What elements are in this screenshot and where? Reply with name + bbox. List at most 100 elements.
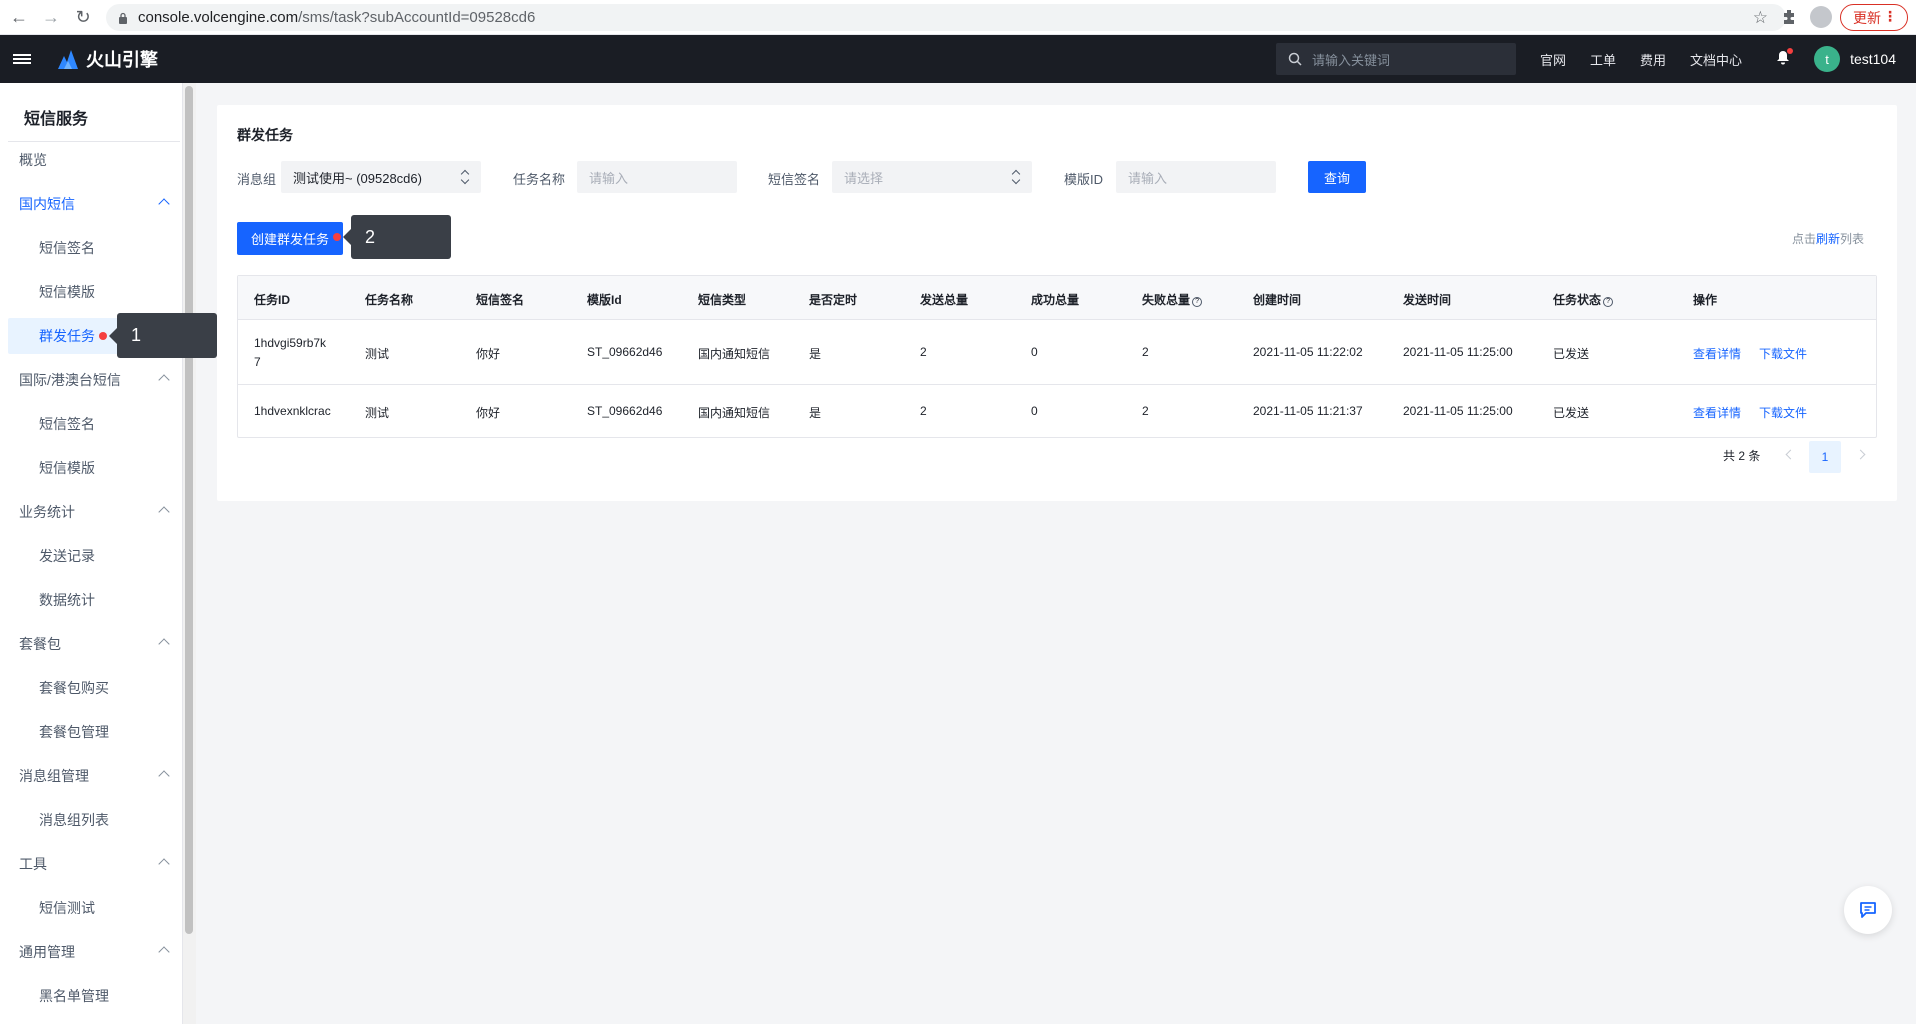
- sidebar-item-package-purchase[interactable]: 套餐包购买: [8, 670, 180, 706]
- chevron-up-icon: [158, 638, 170, 650]
- table-row: 1hdvexnklcrac 测试 你好 ST_09662d46 国内通知短信 是…: [238, 385, 1876, 437]
- view-detail-link[interactable]: 查看详情: [1693, 345, 1741, 362]
- cell-sent-time: 2021-11-05 11:25:00: [1403, 345, 1513, 359]
- sidebar-group-domestic-sms[interactable]: 国内短信: [8, 186, 180, 222]
- address-bar[interactable]: console.volcengine.com/sms/task?subAccou…: [106, 4, 1786, 31]
- cell-template-id: ST_09662d46: [587, 404, 663, 418]
- forward-arrow-icon[interactable]: →: [38, 4, 64, 30]
- refresh-hint: 点击刷新列表: [1792, 232, 1865, 246]
- cell-total-sent: 2: [920, 345, 927, 359]
- browser-update-button[interactable]: 更新 ⋮: [1840, 4, 1908, 31]
- help-circle-icon[interactable]: ?: [1603, 297, 1614, 307]
- message-group-select[interactable]: 测试使用~ (09528cd6): [281, 161, 481, 193]
- download-file-link[interactable]: 下载文件: [1759, 404, 1807, 421]
- sidebar-group-international-sms[interactable]: 国际/港澳台短信: [8, 362, 180, 398]
- signature-select[interactable]: 请选择: [832, 161, 1032, 193]
- cell-sms-type: 国内通知短信: [698, 347, 771, 361]
- url-text: console.volcengine.com/sms/task?subAccou…: [138, 9, 536, 26]
- sidebar-item-data-stats[interactable]: 数据统计: [8, 582, 180, 618]
- chevron-up-icon: [158, 506, 170, 518]
- col-task-name: 任务名称: [365, 293, 414, 307]
- username[interactable]: test104: [1850, 51, 1896, 67]
- sidebar-group-statistics[interactable]: 业务统计: [8, 494, 180, 530]
- cell-sent-time: 2021-11-05 11:25:00: [1403, 404, 1513, 418]
- chevron-up-icon: [158, 946, 170, 958]
- cell-scheduled: 是: [809, 347, 822, 361]
- select-arrows-icon: [1012, 169, 1020, 185]
- notification-bell-icon[interactable]: [1776, 48, 1794, 68]
- sidebar-group-general-management[interactable]: 通用管理: [8, 934, 180, 970]
- sidebar-item-message-group-list[interactable]: 消息组列表: [8, 802, 180, 838]
- sidebar-item-intl-signature[interactable]: 短信签名: [8, 406, 180, 442]
- view-detail-link[interactable]: 查看详情: [1693, 404, 1741, 421]
- chat-message-icon: [1860, 902, 1876, 918]
- pagination-prev-icon[interactable]: [1785, 449, 1796, 460]
- sidebar-item-send-records[interactable]: 发送记录: [8, 538, 180, 574]
- cell-task-name: 测试: [365, 406, 390, 420]
- nav-link-official-site[interactable]: 官网: [1540, 50, 1566, 69]
- sidebar-group-message-group[interactable]: 消息组管理: [8, 758, 180, 794]
- chevron-up-icon: [158, 374, 170, 386]
- volcano-logo-icon: [58, 50, 78, 69]
- browser-toolbar: ← → ↻ console.volcengine.com/sms/task?su…: [0, 0, 1916, 35]
- col-actions: 操作: [1693, 293, 1718, 307]
- annotation-tooltip-1: 1: [109, 313, 217, 358]
- cell-task-status: 已发送: [1553, 406, 1590, 420]
- cell-sms-type: 国内通知短信: [698, 406, 771, 420]
- sidebar-scrollbar-thumb[interactable]: [185, 86, 193, 934]
- table-row: 1hdvgi59rb7k 7 测试 你好 ST_09662d46 国内通知短信 是…: [238, 320, 1876, 385]
- annotation-tooltip-2: 2: [343, 215, 451, 259]
- pagination-next-icon[interactable]: [1855, 449, 1866, 460]
- task-name-input[interactable]: 请输入: [577, 161, 737, 193]
- nav-link-billing[interactable]: 费用: [1640, 50, 1666, 69]
- sidebar-group-tools[interactable]: 工具: [8, 846, 180, 882]
- user-avatar[interactable]: t: [1814, 46, 1841, 72]
- menu-hamburger-icon[interactable]: [0, 35, 44, 83]
- cell-signature: 你好: [476, 347, 501, 361]
- back-arrow-icon[interactable]: ←: [6, 4, 32, 30]
- annotation-dot-1: [99, 332, 107, 340]
- sidebar-item-overview[interactable]: 概览: [8, 142, 180, 178]
- sidebar-item-domestic-signature[interactable]: 短信签名: [8, 230, 180, 266]
- create-bulk-task-button[interactable]: 创建群发任务: [237, 222, 343, 255]
- global-search-input[interactable]: 请输入关键词: [1276, 43, 1516, 75]
- sidebar-item-intl-template[interactable]: 短信模版: [8, 450, 180, 486]
- lock-icon: [119, 12, 127, 24]
- reload-icon[interactable]: ↻: [70, 4, 96, 30]
- query-button[interactable]: 查询: [1308, 161, 1366, 193]
- col-scheduled: 是否定时: [809, 293, 858, 307]
- page-title: 群发任务: [237, 127, 293, 143]
- sidebar-item-package-management[interactable]: 套餐包管理: [8, 714, 180, 750]
- task-name-label: 任务名称: [513, 172, 566, 187]
- col-template-id: 模版Id: [587, 293, 622, 307]
- sidebar-item-domestic-template[interactable]: 短信模版: [8, 274, 180, 310]
- col-task-id: 任务ID: [254, 293, 291, 307]
- download-file-link[interactable]: 下载文件: [1759, 345, 1807, 362]
- col-signature: 短信签名: [476, 293, 525, 307]
- cell-task-name: 测试: [365, 347, 390, 361]
- annotation-dot-2: [333, 233, 341, 241]
- extensions-puzzle-icon[interactable]: [1780, 7, 1800, 27]
- cell-success-total: 0: [1031, 404, 1038, 418]
- col-task-status: 任务状态?: [1553, 291, 1614, 308]
- profile-avatar-icon[interactable]: [1810, 6, 1832, 28]
- sidebar-group-packages[interactable]: 套餐包: [8, 626, 180, 662]
- chevron-up-icon: [158, 198, 170, 210]
- table-header: 任务ID 任务名称 短信签名 模版Id 短信类型 是否定时 发送总量 成功总量 …: [238, 276, 1876, 320]
- bookmark-star-icon[interactable]: ☆: [1753, 8, 1768, 28]
- col-sms-type: 短信类型: [698, 293, 747, 307]
- nav-link-ticket[interactable]: 工单: [1590, 50, 1616, 69]
- help-circle-icon[interactable]: ?: [1192, 297, 1203, 307]
- refresh-link[interactable]: 刷新: [1816, 232, 1840, 246]
- brand-logo[interactable]: 火山引擎: [56, 35, 158, 83]
- pagination-page-1[interactable]: 1: [1809, 441, 1841, 473]
- template-id-label: 模版ID: [1064, 172, 1104, 187]
- more-dots-icon: ⋮: [1883, 8, 1897, 24]
- feedback-float-button[interactable]: [1844, 886, 1892, 934]
- sidebar-item-sms-test[interactable]: 短信测试: [8, 890, 180, 926]
- chevron-up-icon: [158, 858, 170, 870]
- sidebar-item-blacklist[interactable]: 黑名单管理: [8, 978, 180, 1014]
- col-failed-total: 失败总量?: [1142, 291, 1203, 308]
- template-id-input[interactable]: 请输入: [1116, 161, 1276, 193]
- nav-link-docs[interactable]: 文档中心: [1690, 50, 1742, 69]
